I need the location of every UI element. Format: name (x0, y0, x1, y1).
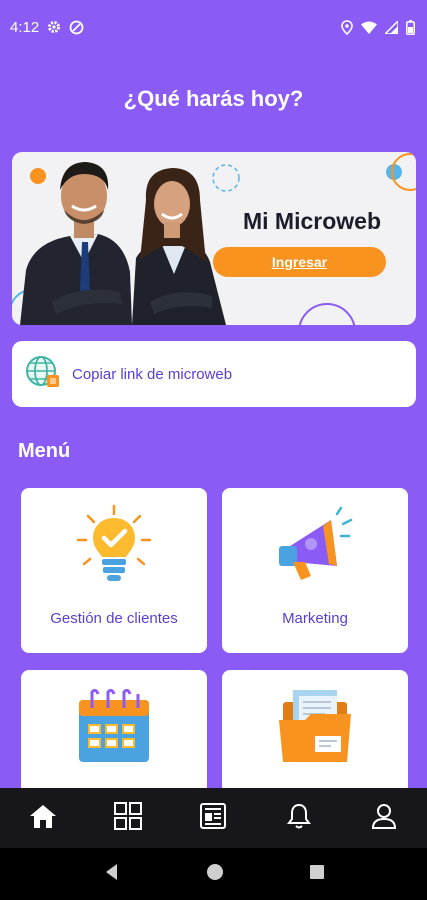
status-bar: 4:12 (0, 0, 427, 54)
settings-gear-icon (47, 20, 61, 34)
menu-title: Menú (18, 440, 71, 462)
ingresar-button[interactable]: Ingresar (213, 247, 386, 277)
bottom-navigation (0, 788, 427, 848)
home-circle-icon[interactable] (206, 863, 224, 886)
banner-illustration (12, 153, 416, 325)
do-not-disturb-icon (69, 20, 84, 35)
status-right (341, 19, 415, 35)
nav-grid[interactable] (108, 798, 148, 838)
menu-card-gestion-clientes[interactable]: Gestión de clientes (21, 488, 207, 653)
banner-title: Mi Microweb (242, 208, 381, 234)
recents-icon[interactable] (309, 864, 325, 885)
copy-link-card[interactable]: Copiar link de microweb (12, 341, 416, 407)
wifi-icon (361, 21, 377, 34)
news-icon (199, 802, 227, 835)
profile-icon (370, 802, 398, 835)
location-icon (341, 19, 353, 35)
menu-card-label: Gestión de clientes (50, 610, 178, 627)
signal-icon (385, 20, 398, 34)
page-headline: ¿Qué harás hoy? (123, 86, 304, 111)
system-navigation-bar (0, 848, 427, 900)
nav-profile[interactable] (364, 798, 404, 838)
megaphone-icon (275, 504, 355, 591)
globe-link-icon (24, 353, 62, 396)
microweb-banner[interactable]: Mi Microweb Ingresar (12, 152, 416, 325)
back-icon[interactable] (103, 863, 121, 886)
grid-icon (113, 801, 143, 836)
nav-home[interactable] (23, 798, 63, 838)
menu-card-marketing[interactable]: Marketing (222, 488, 408, 653)
menu-card-label: Marketing (282, 610, 348, 627)
copy-link-label: Copiar link de microweb (72, 365, 233, 383)
home-icon (29, 803, 57, 834)
nav-notifications[interactable] (279, 798, 319, 838)
bell-icon (286, 802, 312, 835)
status-left: 4:12 (10, 19, 84, 36)
status-time: 4:12 (10, 18, 40, 36)
folder-icon (275, 686, 355, 773)
calendar-icon (74, 686, 154, 773)
lightbulb-icon (74, 504, 154, 591)
nav-news[interactable] (193, 798, 233, 838)
battery-icon (406, 19, 415, 35)
